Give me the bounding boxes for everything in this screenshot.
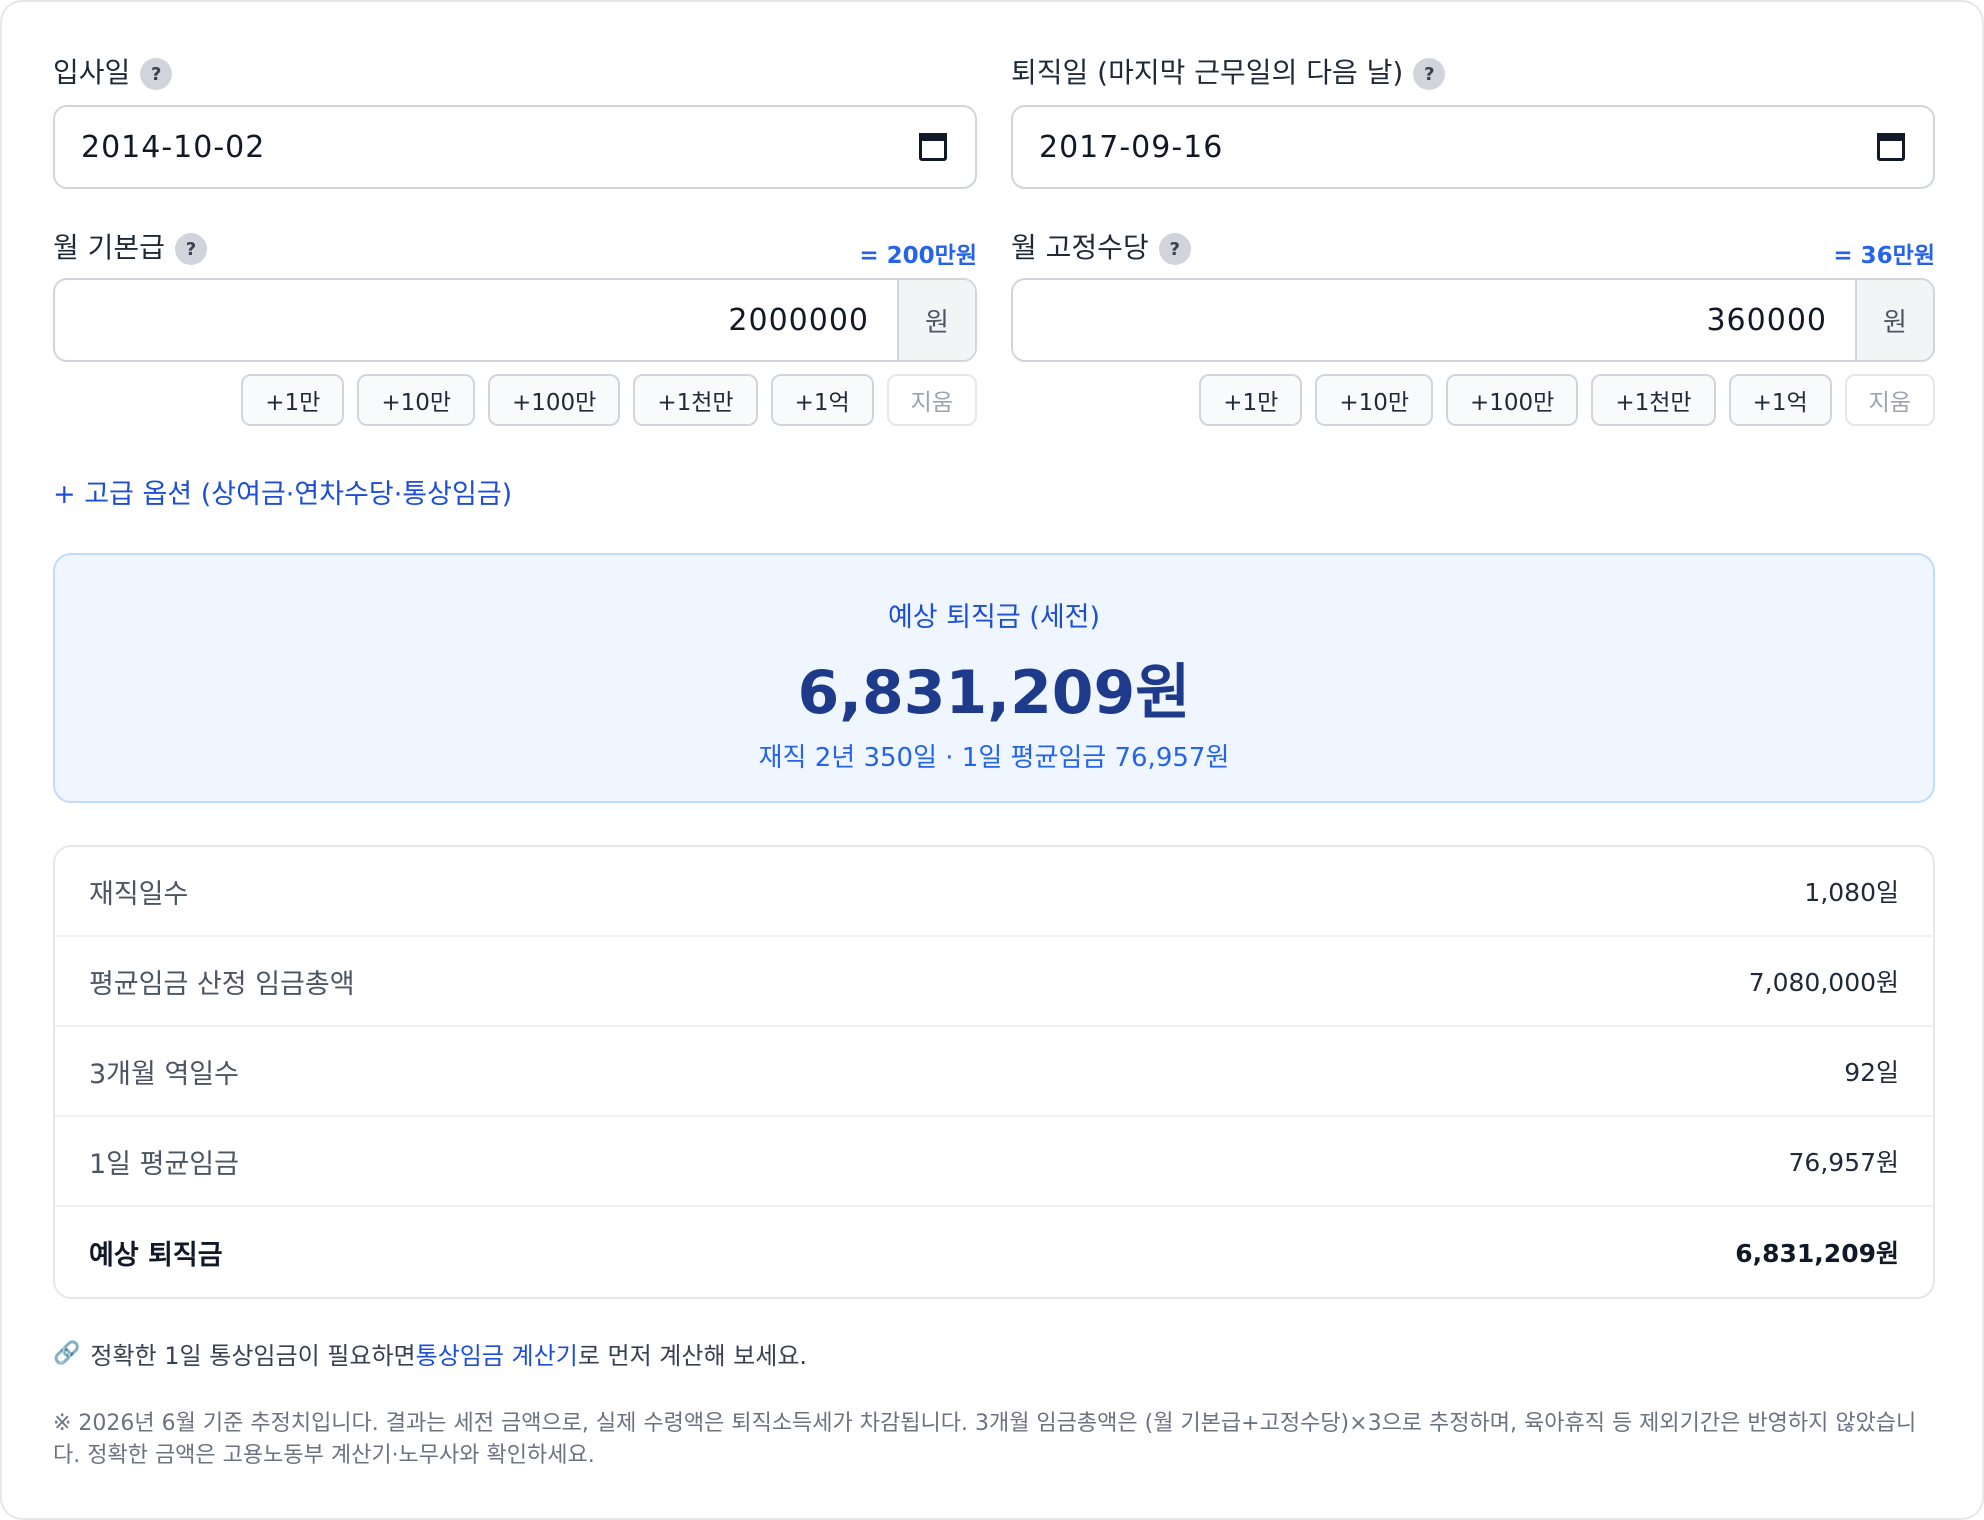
result-panel: 예상 퇴직금 (세전) 6,831,209원 재직 2년 350일 · 1일 평… — [53, 553, 1935, 803]
allowance-value: 360000 — [1706, 302, 1827, 338]
base-pay-input[interactable]: 2000000 원 — [53, 278, 977, 362]
allowance-hint: = 36만원 — [1833, 243, 1935, 269]
leave-date-help-icon[interactable]: ? — [1413, 58, 1446, 90]
leave-date-label: 퇴직일 (마지막 근무일의 다음 날) — [1011, 56, 1404, 89]
hire-date-label: 입사일 — [53, 56, 131, 89]
base-pay-add-100m-button[interactable]: +1억 — [770, 374, 874, 426]
row-label: 1일 평균임금 — [89, 1148, 239, 1180]
row-value: 76,957원 — [1788, 1148, 1899, 1177]
table-row: 1일 평균임금 76,957원 — [55, 1117, 1933, 1207]
base-pay-add-10m-button[interactable]: +1천만 — [633, 374, 758, 426]
calendar-icon[interactable] — [919, 133, 947, 161]
base-pay-label: 월 기본급 — [53, 231, 165, 264]
base-pay-add-100k-button[interactable]: +10만 — [357, 374, 476, 426]
base-pay-add-1m-button[interactable]: +100만 — [488, 374, 621, 426]
row-value: 7,080,000원 — [1748, 968, 1899, 997]
calendar-icon[interactable] — [1877, 133, 1905, 161]
allowance-label: 월 고정수당 — [1011, 231, 1149, 264]
base-pay-add-10k-button[interactable]: +1만 — [241, 374, 345, 426]
table-row: 3개월 역일수 92일 — [55, 1027, 1933, 1117]
ordinary-wage-calculator-link[interactable]: 통상임금 계산기 — [416, 1336, 578, 1371]
result-label: 예상 퇴직금 (세전) — [887, 602, 1101, 633]
allowance-group: 월 고정수당 ? = 36만원 360000 원 +1만 +10만 +100만 … — [1011, 222, 1935, 426]
hire-date-value: 2014-10-02 — [81, 129, 266, 165]
allowance-unit: 원 — [1855, 280, 1933, 360]
allowance-help-icon[interactable]: ? — [1158, 233, 1191, 265]
row-label: 재직일수 — [89, 878, 189, 910]
base-pay-unit: 원 — [897, 280, 975, 360]
leave-date-group: 퇴직일 (마지막 근무일의 다음 날) ? 2017-09-16 — [1011, 47, 1935, 189]
result-amount: 6,831,209원 — [797, 658, 1191, 728]
link-icon: 🔗 — [53, 1341, 81, 1366]
row-label: 3개월 역일수 — [89, 1058, 239, 1090]
row-value: 1,080일 — [1804, 878, 1899, 907]
hire-date-input[interactable]: 2014-10-02 — [53, 105, 977, 189]
calculator-card: 입사일 ? 2014-10-02 퇴직일 (마지막 근무일의 다음 날) ? 2… — [0, 0, 1984, 1520]
allowance-clear-button[interactable]: 지움 — [1844, 374, 1935, 426]
base-pay-value: 2000000 — [728, 302, 869, 338]
allowance-add-100m-button[interactable]: +1억 — [1728, 374, 1832, 426]
hire-date-help-icon[interactable]: ? — [140, 58, 173, 90]
base-pay-hint: = 200만원 — [859, 243, 977, 269]
base-pay-clear-button[interactable]: 지움 — [886, 374, 977, 426]
disclaimer-text: ※ 2026년 6월 기준 추정치입니다. 결과는 세전 금액으로, 실제 수령… — [53, 1411, 1917, 1468]
note-text-after: 로 먼저 계산해 보세요. — [577, 1342, 808, 1370]
note-text-before: 정확한 1일 통상임금이 필요하면 — [90, 1342, 416, 1370]
leave-date-value: 2017-09-16 — [1039, 129, 1224, 165]
allowance-input[interactable]: 360000 원 — [1011, 278, 1935, 362]
row-label: 평균임금 산정 임금총액 — [89, 968, 355, 1000]
allowance-add-10m-button[interactable]: +1천만 — [1591, 374, 1716, 426]
result-summary: 재직 2년 350일 · 1일 평균임금 76,957원 — [758, 743, 1230, 773]
allowance-add-10k-button[interactable]: +1만 — [1199, 374, 1303, 426]
base-pay-help-icon[interactable]: ? — [174, 233, 207, 265]
link-note: 🔗 정확한 1일 통상임금이 필요하면 통상임금 계산기 로 먼저 계산해 보세… — [53, 1336, 807, 1371]
hire-date-group: 입사일 ? 2014-10-02 — [53, 47, 977, 189]
base-pay-quick-add: +1만 +10만 +100만 +1천만 +1억 지움 — [53, 374, 977, 426]
leave-date-input[interactable]: 2017-09-16 — [1011, 105, 1935, 189]
row-label: 예상 퇴직금 — [89, 1239, 223, 1271]
table-row: 재직일수 1,080일 — [55, 847, 1933, 937]
breakdown-table: 재직일수 1,080일 평균임금 산정 임금총액 7,080,000원 3개월 … — [53, 845, 1935, 1299]
table-row-total: 예상 퇴직금 6,831,209원 — [55, 1207, 1933, 1297]
row-value: 92일 — [1844, 1058, 1899, 1087]
allowance-add-100k-button[interactable]: +10만 — [1315, 374, 1434, 426]
advanced-options-toggle[interactable]: + 고급 옵션 (상여금·연차수당·통상임금) — [53, 472, 512, 511]
base-pay-group: 월 기본급 ? = 200만원 2000000 원 +1만 +10만 +100만… — [53, 222, 977, 426]
allowance-quick-add: +1만 +10만 +100만 +1천만 +1억 지움 — [1011, 374, 1935, 426]
allowance-add-1m-button[interactable]: +100만 — [1446, 374, 1579, 426]
row-value: 6,831,209원 — [1735, 1239, 1899, 1268]
table-row: 평균임금 산정 임금총액 7,080,000원 — [55, 937, 1933, 1027]
